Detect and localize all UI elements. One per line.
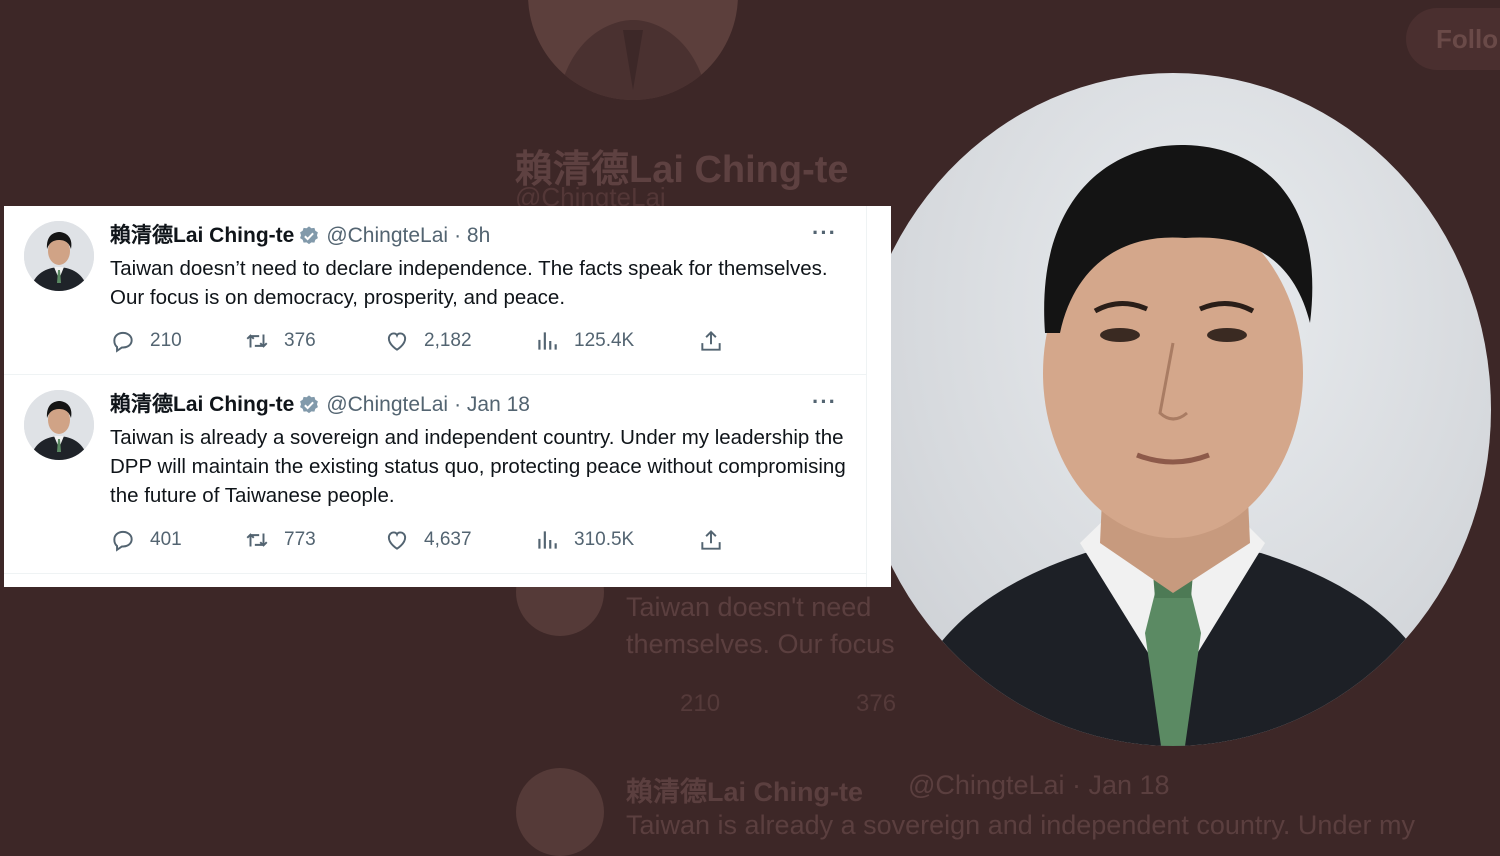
views-count: 125.4K: [574, 330, 635, 351]
background-reply-count: 210: [680, 690, 721, 717]
share-button[interactable]: [698, 527, 724, 553]
more-icon[interactable]: ···: [812, 389, 837, 415]
background-profile-avatar: [528, 0, 738, 100]
retweet-button[interactable]: 376: [244, 328, 316, 354]
background-tweet-handle: @ChingteLai · Jan 18: [908, 770, 1170, 800]
like-button[interactable]: 4,637: [384, 527, 472, 553]
reply-icon: [113, 331, 133, 353]
share-button[interactable]: [698, 328, 724, 354]
tweet-card: 賴清德Lai Ching-te @ChingteLai · 8h ··· Tai…: [4, 206, 891, 587]
like-count: 2,182: [424, 330, 472, 351]
views-button[interactable]: 125.4K: [534, 328, 634, 354]
views-icon: [538, 332, 557, 350]
author-handle[interactable]: @ChingteLai: [326, 392, 448, 418]
verified-badge-icon: [300, 395, 319, 414]
verified-badge-icon: [300, 226, 319, 245]
author-name[interactable]: 賴清德Lai Ching-te: [110, 223, 294, 249]
share-icon: [701, 330, 721, 351]
tweet-text: Taiwan is already a sovereign and indepe…: [110, 426, 846, 507]
reply-icon: [113, 530, 133, 552]
avatar[interactable]: [24, 221, 94, 291]
reply-button[interactable]: 401: [110, 527, 182, 553]
reply-button[interactable]: 210: [110, 328, 182, 354]
background-follow-button: Follo: [1406, 8, 1500, 70]
views-icon: [538, 531, 557, 549]
tweet[interactable]: 賴清德Lai Ching-te @ChingteLai · 8h ··· Tai…: [4, 206, 866, 375]
reply-count: 210: [150, 330, 182, 351]
share-icon: [701, 529, 721, 550]
tweet-header: 賴清德Lai Ching-te @ChingteLai · 8h: [110, 223, 490, 249]
author-handle[interactable]: @ChingteLai: [326, 223, 448, 249]
retweet-count: 376: [284, 330, 316, 351]
tweet-actions: 210 376 2,182 125.4K: [110, 328, 730, 358]
tweet-timestamp[interactable]: · Jan 18: [454, 392, 530, 418]
tweet[interactable]: 賴清德Lai Ching-te @ChingteLai · Jan 18 ···…: [4, 375, 866, 574]
like-icon: [387, 531, 407, 550]
portrait-photo: [855, 73, 1491, 746]
background-tweet-text: themselves. Our focus: [626, 629, 895, 659]
background-tweet-name: 賴清德Lai Ching-te: [626, 777, 863, 807]
retweet-icon: [246, 334, 268, 348]
avatar[interactable]: [24, 390, 94, 460]
card-edge: [866, 206, 891, 587]
retweet-icon: [246, 533, 268, 547]
like-icon: [387, 332, 407, 351]
more-icon[interactable]: ···: [812, 220, 837, 246]
tweet-timestamp[interactable]: · 8h: [454, 223, 490, 249]
like-button[interactable]: 2,182: [384, 328, 472, 354]
tweet-text: Taiwan doesn’t need to declare independe…: [110, 257, 828, 309]
background-retweet-count: 376: [856, 690, 897, 717]
background-tweet-text: Taiwan doesn't need: [626, 592, 872, 622]
views-button[interactable]: 310.5K: [534, 527, 634, 553]
tweet-header: 賴清德Lai Ching-te @ChingteLai · Jan 18: [110, 392, 530, 418]
retweet-count: 773: [284, 529, 316, 550]
like-count: 4,637: [424, 529, 472, 550]
author-name[interactable]: 賴清德Lai Ching-te: [110, 392, 294, 418]
retweet-button[interactable]: 773: [244, 527, 316, 553]
tweet-actions: 401 773 4,637 310.5K: [110, 527, 730, 557]
views-count: 310.5K: [574, 529, 635, 550]
reply-count: 401: [150, 529, 182, 550]
background-tweet-text: Taiwan is already a sovereign and indepe…: [626, 810, 1415, 840]
